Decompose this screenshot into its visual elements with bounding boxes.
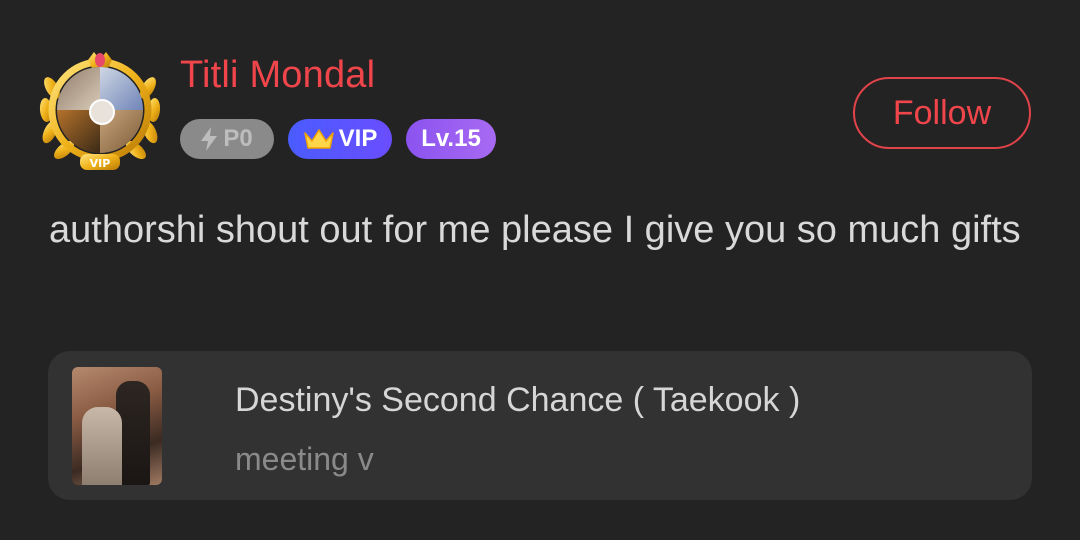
book-card[interactable]: Destiny's Second Chance ( Taekook ) meet… — [48, 351, 1032, 500]
level-badge: Lv.15 — [406, 119, 496, 159]
username[interactable]: Titli Mondal — [180, 54, 375, 97]
follow-button[interactable]: Follow — [853, 77, 1031, 149]
p-level-badge: P0 — [180, 119, 274, 159]
lightning-icon — [201, 127, 218, 151]
vip-label: VIP — [338, 125, 378, 152]
book-chapter: meeting v — [235, 441, 374, 477]
crown-icon — [303, 129, 334, 149]
comment-text: authorshi shout out for me please I give… — [49, 209, 1021, 251]
frame-vip-label: VIP — [90, 157, 111, 170]
comment-item: VIP Titli Mondal P0 VIP Lv.15 Follow aut… — [0, 0, 1080, 540]
avatar-photo — [57, 67, 143, 153]
user-badges: P0 VIP Lv.15 — [180, 119, 496, 159]
level-label: Lv.15 — [421, 125, 481, 152]
p-level-label: P0 — [223, 125, 253, 152]
book-title: Destiny's Second Chance ( Taekook ) — [235, 381, 801, 419]
book-cover — [72, 367, 162, 485]
vip-badge: VIP — [288, 119, 392, 159]
user-avatar[interactable]: VIP — [38, 48, 162, 172]
